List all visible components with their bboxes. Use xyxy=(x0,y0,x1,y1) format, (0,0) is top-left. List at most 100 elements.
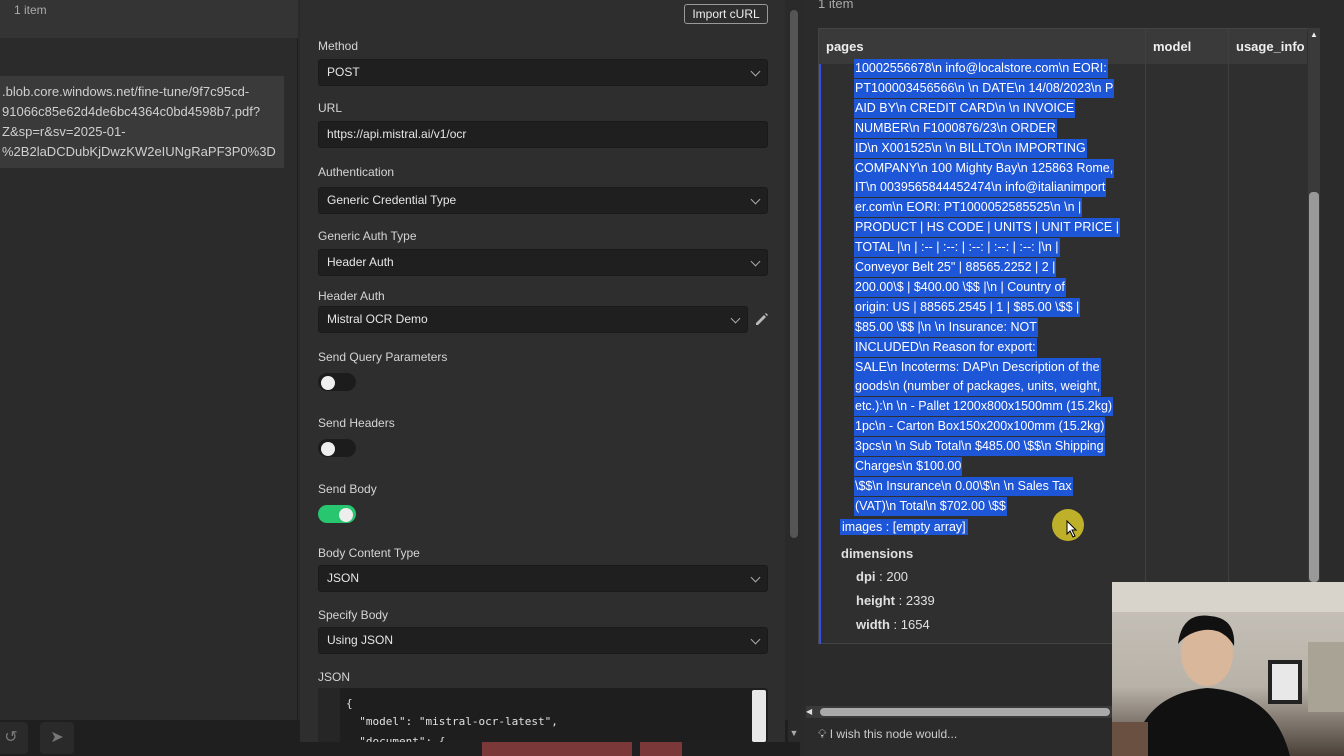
column-divider xyxy=(1145,29,1146,644)
feedback-link[interactable]: 💡︎ I wish this node would... xyxy=(818,727,957,742)
url-value: https://api.mistral.ai/v1/ocr xyxy=(327,127,467,141)
markdown-line: 200.00\$ | $400.00 \$$ |\n | Country of xyxy=(854,277,1066,297)
presenter-video xyxy=(1112,582,1344,756)
json-code-line: "document": { xyxy=(346,735,446,742)
markdown-line: AID BY\n CREDIT CARD\n \n INVOICE xyxy=(854,98,1076,118)
markdown-line: PRODUCT | HS CODE | UNITS | UNIT PRICE | xyxy=(854,218,1120,238)
url-line: %2B2laDCDubKjDwzKW2eIUNgRaPF3P0%3D xyxy=(2,144,276,159)
dpi-value: 200 xyxy=(886,569,909,584)
dimensions-key: dimensions xyxy=(841,546,914,561)
import-curl-button[interactable]: Import cURL xyxy=(684,4,768,24)
undo-icon[interactable]: ↺ xyxy=(0,722,28,754)
json-editor-scrollbar[interactable] xyxy=(752,690,766,742)
send-body-label: Send Body xyxy=(318,482,377,496)
header-auth-label: Header Auth xyxy=(318,289,385,303)
pointer-icon[interactable]: ➤ xyxy=(40,722,74,754)
generic-auth-type-value: Header Auth xyxy=(327,255,394,269)
markdown-line: 10002556678\n info@localstore.com\n EORI… xyxy=(854,59,1108,78)
column-header-pages[interactable]: pages xyxy=(826,39,864,54)
markdown-line: SALE\n Incoterms: DAP\n Description of t… xyxy=(854,357,1101,377)
markdown-line: origin: US | 88565.2545 | 1 | $85.00 \$$… xyxy=(854,297,1081,317)
url-line: 91066c85e62d4de6bc4364c0bd4598b7.pdf? xyxy=(2,104,261,119)
output-scrollbar-thumb[interactable] xyxy=(1309,192,1319,582)
markdown-line: NUMBER\n F1000876/23\n ORDER xyxy=(854,118,1057,138)
chevron-down-icon xyxy=(750,572,761,583)
markdown-line: IT\n 0039565844452474\n info@italianimpo… xyxy=(854,178,1107,198)
chevron-down-icon xyxy=(750,634,761,645)
body-content-type-value: JSON xyxy=(327,571,360,585)
images-field[interactable]: images : [empty array] xyxy=(840,519,968,535)
specify-body-label: Specify Body xyxy=(318,608,389,622)
specify-body-value: Using JSON xyxy=(327,633,394,647)
width-field: width : 1654 xyxy=(856,617,930,632)
images-value: [empty array] xyxy=(892,520,966,534)
scroll-down-icon[interactable]: ▼ xyxy=(788,728,800,740)
authentication-value: Generic Credential Type xyxy=(327,193,457,207)
json-code-line: "model": "mistral-ocr-latest", xyxy=(346,715,558,728)
markdown-line: TOTAL |\n | :-- | :--: | :--: | :--: | :… xyxy=(854,238,1060,258)
markdown-line: Conveyor Belt 25" | 88565.2252 | 2 | xyxy=(854,258,1057,277)
width-value: 1654 xyxy=(900,617,930,632)
delete-button[interactable] xyxy=(482,742,632,756)
column-divider xyxy=(1228,29,1229,644)
parameters-scrollbar-thumb[interactable] xyxy=(790,10,798,538)
webcam-overlay xyxy=(1112,582,1344,756)
markdown-line: PT100003456566\n \n DATE\n 14/08/2023\n … xyxy=(854,78,1115,98)
url-input[interactable]: https://api.mistral.ai/v1/ocr xyxy=(318,121,768,148)
header-auth-value: Mistral OCR Demo xyxy=(327,312,428,326)
height-value: 2339 xyxy=(905,593,935,608)
mouse-pointer-icon xyxy=(1066,520,1078,538)
toggle-knob xyxy=(321,376,335,390)
height-field: height : 2339 xyxy=(856,593,935,608)
chevron-down-icon xyxy=(750,256,761,267)
url-line: .blob.core.windows.net/fine-tune/9f7c95c… xyxy=(2,84,250,99)
body-content-type-select[interactable]: JSON xyxy=(318,565,768,592)
json-label: JSON xyxy=(318,670,351,684)
send-headers-toggle[interactable] xyxy=(318,439,356,457)
feedback-text: I wish this node would... xyxy=(829,727,958,741)
method-label: Method xyxy=(318,39,359,53)
markdown-line: $85.00 \$$ |\n \n Insurance: NOT xyxy=(854,317,1038,337)
height-key: height xyxy=(856,593,895,608)
send-body-toggle[interactable] xyxy=(318,505,356,523)
json-code-line: { xyxy=(346,697,353,710)
scroll-left-icon[interactable]: ◀ xyxy=(806,706,816,718)
markdown-line: \$$\n Insurance\n 0.00\$\n \n Sales Tax xyxy=(854,476,1073,496)
generic-auth-type-select[interactable]: Header Auth xyxy=(318,249,768,276)
toggle-knob xyxy=(321,442,335,456)
output-item-count: 1 item xyxy=(818,0,854,11)
markdown-line: er.com\n EORI: PT1000052585525\n \n | xyxy=(854,198,1083,218)
input-item-count: 1 item xyxy=(14,3,47,17)
send-query-parameters-toggle[interactable] xyxy=(318,373,356,391)
width-key: width xyxy=(856,617,890,632)
markdown-line: etc.):\n \n - Pallet 1200x800x1500mm (15… xyxy=(854,397,1114,417)
chevron-down-icon xyxy=(750,194,761,205)
body-content-type-label: Body Content Type xyxy=(318,546,420,560)
json-editor-gutter xyxy=(318,688,340,742)
url-label: URL xyxy=(318,101,343,115)
markdown-line: 1pc\n - Carton Box150x200x100mm (15.2kg) xyxy=(854,417,1106,437)
pencil-icon[interactable] xyxy=(754,311,770,327)
markdown-line: Charges\n $100.00 xyxy=(854,457,963,476)
pages-cell-border xyxy=(819,64,821,644)
url-line: Z&sp=r&sv=2025-01- xyxy=(2,124,126,139)
send-query-parameters-label: Send Query Parameters xyxy=(318,350,448,364)
send-headers-label: Send Headers xyxy=(318,416,395,430)
markdown-line: 3pcs\n \n Sub Total\n $485.00 \$$\n Ship… xyxy=(854,437,1105,457)
scroll-up-icon[interactable]: ▲ xyxy=(1309,30,1319,40)
generic-auth-type-label: Generic Auth Type xyxy=(318,229,417,243)
markdown-line: INCLUDED\n Reason for export: xyxy=(854,337,1037,357)
method-select[interactable]: POST xyxy=(318,59,768,86)
header-auth-select[interactable]: Mistral OCR Demo xyxy=(318,306,748,333)
horizontal-scrollbar-thumb[interactable] xyxy=(820,708,1110,716)
lightbulb-icon: 💡︎ xyxy=(818,727,827,741)
trash-icon[interactable] xyxy=(640,742,682,756)
column-header-model[interactable]: model xyxy=(1153,39,1191,54)
specify-body-select[interactable]: Using JSON xyxy=(318,627,768,654)
markdown-line: (VAT)\n Total\n $702.00 \$$ xyxy=(854,496,1007,516)
authentication-select[interactable]: Generic Credential Type xyxy=(318,187,768,214)
markdown-line: goods\n (number of packages, units, weig… xyxy=(854,377,1102,397)
images-key: images xyxy=(842,520,883,534)
column-header-usage-info[interactable]: usage_info xyxy=(1236,39,1306,54)
input-url-cell[interactable]: .blob.core.windows.net/fine-tune/9f7c95c… xyxy=(0,76,284,168)
